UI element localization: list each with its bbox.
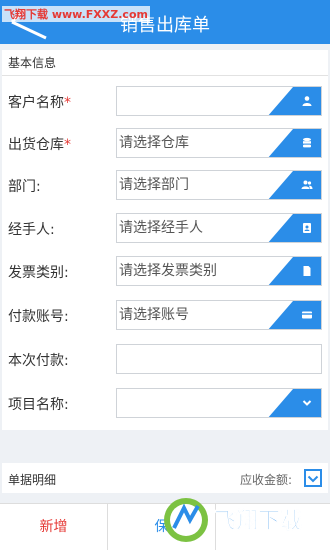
project-name-field[interactable]: [116, 388, 322, 418]
warehouse-placeholder: 请选择仓库: [119, 135, 189, 151]
warehouse-label: 出货仓库: [8, 137, 64, 153]
database-icon: [303, 137, 311, 148]
department-placeholder: 请选择部门: [119, 177, 189, 193]
invoice-type-placeholder: 请选择发票类别: [119, 263, 217, 279]
department-label: 部门:: [8, 179, 41, 195]
warehouse-field[interactable]: 请选择仓库: [116, 128, 322, 158]
payment-account-label: 付款账号:: [8, 309, 69, 325]
handler-label: 经手人:: [8, 222, 55, 238]
receivable-amount-toggle[interactable]: [304, 469, 322, 487]
customer-row: 客户名称*: [2, 86, 328, 116]
person-icon: [302, 96, 312, 106]
chevron-down-icon: [302, 400, 312, 406]
customer-field[interactable]: [116, 86, 322, 116]
current-payment-label: 本次付款:: [8, 353, 69, 369]
department-row: 部门: 请选择部门: [2, 170, 328, 200]
handler-field[interactable]: 请选择经手人: [116, 213, 322, 243]
invoice-type-field[interactable]: 请选择发票类别: [116, 256, 322, 286]
department-field[interactable]: 请选择部门: [116, 170, 322, 200]
watermark: 飞翔下载 www.FXXZ.com: [2, 6, 150, 22]
detail-title: 单据明细: [8, 473, 57, 487]
payment-account-row: 付款账号: 请选择账号: [2, 300, 328, 330]
payment-account-placeholder: 请选择账号: [119, 307, 189, 323]
required-mark: *: [64, 95, 71, 111]
handler-row: 经手人: 请选择经手人: [2, 213, 328, 243]
payment-account-field[interactable]: 请选择账号: [116, 300, 322, 330]
document-icon: [303, 266, 311, 276]
invoice-type-row: 发票类别: 请选择发票类别: [2, 256, 328, 286]
contact-card-icon: [303, 223, 311, 233]
project-name-row: 项目名称:: [2, 388, 328, 418]
current-payment-input[interactable]: [116, 344, 322, 374]
handler-placeholder: 请选择经手人: [119, 220, 203, 236]
section-title: 基本信息: [2, 50, 328, 76]
project-name-label: 项目名称:: [8, 397, 69, 413]
group-icon: [301, 180, 313, 189]
receivable-amount-label: 应收金额:: [239, 473, 292, 487]
invoice-type-label: 发票类别:: [8, 265, 69, 281]
site-logo: 飞翔下载: [164, 498, 302, 542]
detail-section: 单据明细 应收金额:: [2, 463, 328, 493]
required-mark: *: [64, 137, 71, 153]
current-payment-row: 本次付款:: [2, 344, 328, 374]
warehouse-row: 出货仓库* 请选择仓库: [2, 128, 328, 158]
basic-info-card: 基本信息 客户名称* 出货仓库* 请选择仓库 部门: 请选择部门 经手人: 请选…: [2, 50, 328, 430]
new-button[interactable]: 新增: [0, 504, 108, 550]
chevron-down-icon: [307, 475, 319, 483]
customer-label: 客户名称: [8, 95, 64, 111]
credit-card-icon: [302, 311, 312, 319]
logo-text: 飞翔下载: [214, 508, 302, 534]
